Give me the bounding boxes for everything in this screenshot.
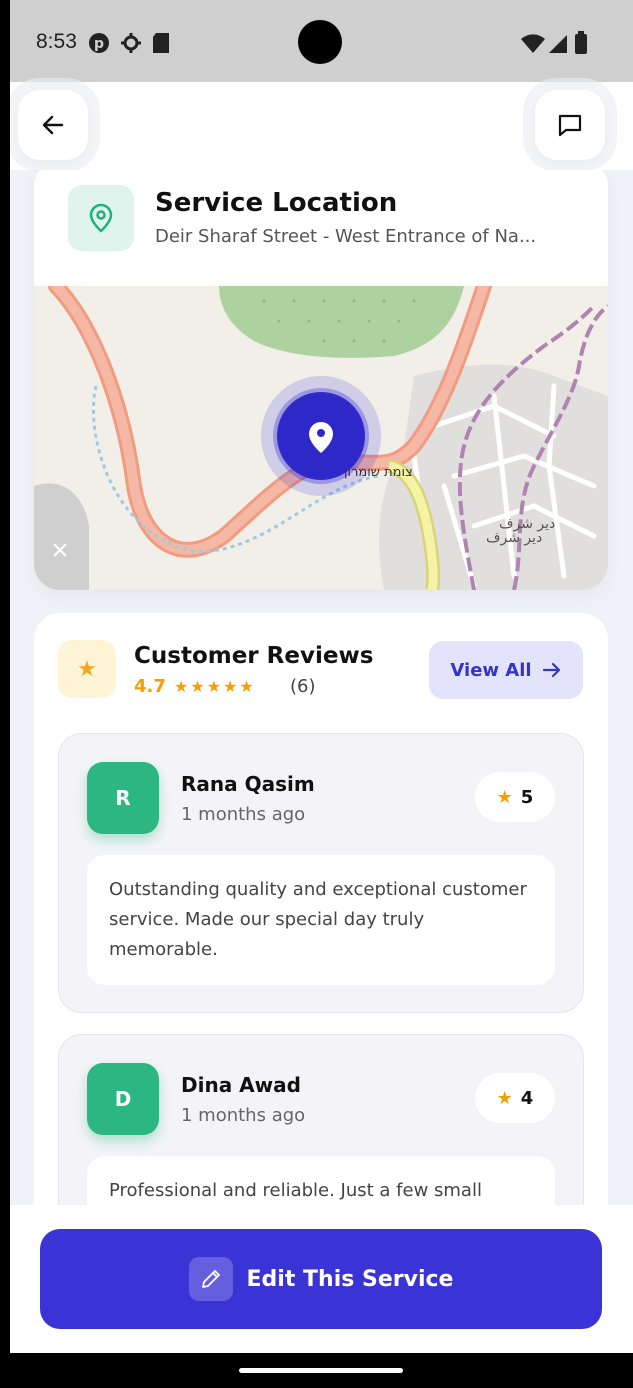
- arrow-left-icon: [42, 115, 64, 135]
- review-card: D Dina Awad 1 months ago ★ 4 Professiona…: [58, 1034, 584, 1205]
- edit-icon-box: [188, 1257, 233, 1301]
- arrow-right-icon: [542, 662, 560, 678]
- wifi-icon: [521, 34, 545, 53]
- reviews-star-icon: ★: [58, 640, 116, 698]
- reviewer-name: Dina Awad: [181, 1073, 301, 1097]
- map-tiles: צומת שומרון دير شرف دير شرف: [34, 278, 608, 590]
- review-score: 5: [520, 786, 534, 808]
- review-score-badge: ★ 4: [475, 1073, 555, 1123]
- settings-notification-icon: [121, 33, 141, 53]
- review-time: 1 months ago: [181, 804, 306, 825]
- sd-card-icon: [153, 33, 169, 53]
- reviews-average-rating: 4.7: [134, 676, 166, 697]
- avatar: D: [87, 1063, 159, 1135]
- system-nav-bar: [10, 1353, 633, 1388]
- view-all-button[interactable]: View All: [429, 641, 583, 699]
- map-label-village-alt: دير شرف: [486, 530, 542, 546]
- chat-button[interactable]: [535, 90, 605, 160]
- location-icon-box: [68, 185, 134, 251]
- pencil-icon: [201, 1270, 220, 1288]
- location-title: Service Location: [155, 188, 398, 218]
- review-text: Professional and reliable. Just a few sm…: [87, 1156, 555, 1205]
- location-address: Deir Sharaf Street - West Entrance of Na…: [155, 226, 537, 247]
- battery-icon: [575, 31, 587, 54]
- review-score-badge: ★ 5: [475, 772, 555, 822]
- reviews-count: (6): [290, 676, 316, 697]
- edit-service-button[interactable]: Edit This Service: [40, 1229, 602, 1329]
- scroll-content[interactable]: Service Location Deir Sharaf Street - We…: [10, 170, 633, 1205]
- pinterest-notification-icon: p: [89, 33, 109, 53]
- edit-service-label: Edit This Service: [246, 1266, 454, 1292]
- customer-reviews-card: ★ Customer Reviews 4.7 ★★★★★ (6) View Al…: [34, 613, 608, 1205]
- review-text: Outstanding quality and exceptional cust…: [87, 855, 555, 985]
- location-map[interactable]: צומת שומרון دير شرف دير شرف: [34, 278, 608, 590]
- star-icon: ★: [496, 786, 513, 808]
- message-icon: [558, 114, 582, 137]
- reviews-stars: ★★★★★: [174, 677, 256, 696]
- front-camera: [298, 20, 342, 64]
- app-screen: 8:53 p Service Location Deir Sharaf Stre…: [10, 0, 633, 1388]
- view-all-label: View All: [450, 659, 532, 681]
- back-button[interactable]: [18, 90, 88, 160]
- review-card: R Rana Qasim 1 months ago ★ 5 Outstandin…: [58, 733, 584, 1013]
- top-app-bar: [10, 82, 633, 170]
- reviewer-name: Rana Qasim: [181, 772, 315, 796]
- star-icon: ★: [496, 1087, 513, 1109]
- service-location-card: Service Location Deir Sharaf Street - We…: [34, 170, 608, 590]
- bottom-action-bar: Edit This Service: [10, 1205, 633, 1353]
- map-label-junction: צומת שומרון: [344, 465, 413, 480]
- home-indicator[interactable]: [239, 1368, 403, 1373]
- status-bar: 8:53 p: [10, 0, 633, 82]
- signal-icon: [549, 35, 567, 53]
- review-score: 4: [520, 1087, 534, 1109]
- status-time: 8:53: [36, 30, 77, 53]
- review-time: 1 months ago: [181, 1105, 306, 1126]
- avatar: R: [87, 762, 159, 834]
- svg-text:p: p: [94, 36, 104, 52]
- reviews-title: Customer Reviews: [134, 643, 374, 669]
- map-pin-icon: [89, 203, 113, 233]
